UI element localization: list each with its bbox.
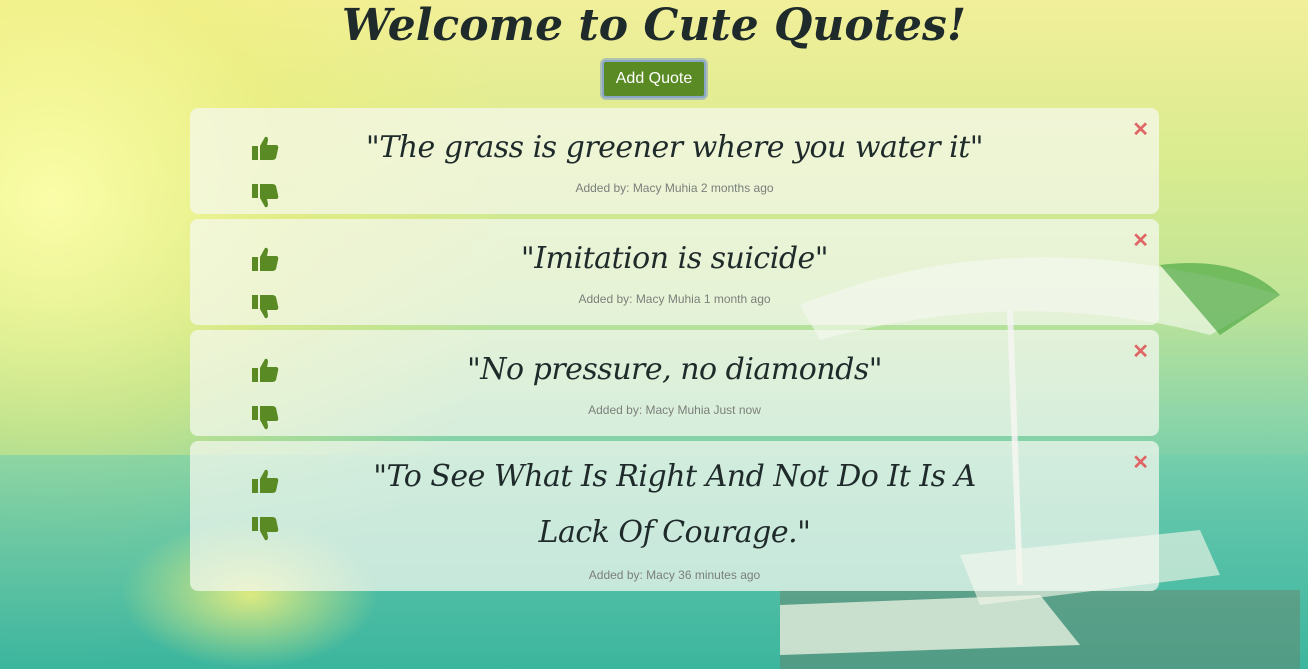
delete-quote-button[interactable]: ✕ (1132, 453, 1149, 473)
thumbs-up-icon[interactable] (250, 134, 280, 162)
quote-text: "The grass is greener where you water it… (365, 130, 984, 165)
thumbs-up-icon[interactable] (250, 245, 280, 273)
quote-text: "No pressure, no diamonds" (466, 352, 883, 387)
quote-meta: Added by: Macy Muhia Just now (588, 403, 761, 417)
quote-card: ✕ "Imitation is suicide" Added by: Macy … (190, 219, 1159, 325)
page-title: Welcome to Cute Quotes! (341, 0, 967, 51)
thumbs-up-icon[interactable] (250, 467, 280, 495)
quote-list: ✕ "The grass is greener where you water … (190, 108, 1159, 596)
thumbs-up-icon[interactable] (250, 356, 280, 384)
thumbs-down-icon[interactable] (250, 515, 280, 543)
quote-meta: Added by: Macy 36 minutes ago (588, 568, 761, 582)
quote-meta: Added by: Macy Muhia 2 months ago (575, 181, 774, 195)
quote-card: ✕ "No pressure, no diamonds" Added by: M… (190, 330, 1159, 436)
delete-quote-button[interactable]: ✕ (1132, 231, 1149, 251)
quote-meta: Added by: Macy Muhia 1 month ago (578, 292, 771, 306)
quote-text: "Imitation is suicide" (520, 241, 829, 276)
delete-quote-button[interactable]: ✕ (1132, 342, 1149, 362)
add-quote-button[interactable]: Add Quote (602, 60, 706, 98)
quote-text: "To See What Is Right And Not Do It Is A… (373, 459, 976, 550)
quote-card: ✕ "To See What Is Right And Not Do It Is… (190, 441, 1159, 591)
quote-card: ✕ "The grass is greener where you water … (190, 108, 1159, 214)
delete-quote-button[interactable]: ✕ (1132, 120, 1149, 140)
